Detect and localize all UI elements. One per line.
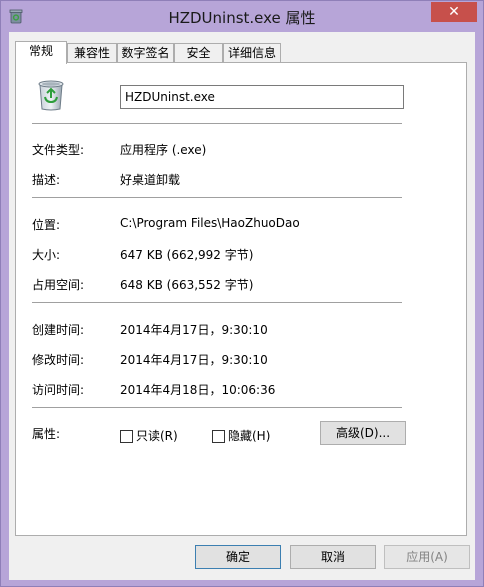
size-label: 大小: — [32, 248, 61, 262]
created-value: 2014年4月17日，9:30:10 — [120, 323, 268, 337]
apply-button[interactable]: 应用(A) — [384, 545, 470, 569]
description-label: 描述: — [32, 173, 61, 187]
size-value: 647 KB (662,992 字节) — [120, 248, 254, 262]
hidden-checkbox-box[interactable] — [212, 430, 225, 443]
disk-size-label: 占用空间: — [32, 278, 85, 292]
accessed-value: 2014年4月18日，10:06:36 — [120, 383, 276, 397]
tab-security[interactable]: 安全 — [174, 43, 223, 63]
location-label: 位置: — [32, 218, 61, 232]
cancel-button[interactable]: 取消 — [290, 545, 376, 569]
readonly-checkbox[interactable]: 只读(R) — [120, 427, 178, 443]
hidden-checkbox-label: 隐藏(H) — [228, 429, 271, 443]
tab-compatibility[interactable]: 兼容性 — [67, 43, 117, 63]
file-type-label: 文件类型: — [32, 143, 85, 157]
divider — [32, 407, 402, 408]
disk-size-value: 648 KB (663,552 字节) — [120, 278, 254, 292]
title-bar[interactable]: HZDUninst.exe 属性 ✕ — [1, 1, 483, 32]
file-type-value: 应用程序 (.exe) — [120, 143, 207, 157]
divider — [32, 123, 402, 124]
description-value: 好桌道卸载 — [120, 173, 181, 187]
hidden-checkbox[interactable]: 隐藏(H) — [212, 427, 270, 443]
attributes-label: 属性: — [32, 427, 61, 441]
accessed-label: 访问时间: — [32, 383, 85, 397]
created-label: 创建时间: — [32, 323, 85, 337]
tab-general[interactable]: 常规 — [15, 41, 67, 64]
recycle-bin-icon — [38, 80, 64, 111]
ok-button[interactable]: 确定 — [195, 545, 281, 569]
dialog-client-area: 常规 兼容性 数字签名 安全 详细信息 HZDUninst.exe 文件类型: … — [9, 32, 475, 580]
advanced-button[interactable]: 高级(D)... — [320, 421, 406, 445]
divider — [32, 302, 402, 303]
tab-digital-signatures[interactable]: 数字签名 — [117, 43, 174, 63]
location-value: C:\Program Files\HaoZhuoDao — [120, 216, 300, 230]
file-name-input[interactable]: HZDUninst.exe — [120, 85, 404, 109]
tab-details[interactable]: 详细信息 — [223, 43, 281, 63]
general-tab-panel: HZDUninst.exe 文件类型: 应用程序 (.exe) 描述: 好桌道卸… — [15, 62, 467, 536]
divider — [32, 197, 402, 198]
close-button[interactable]: ✕ — [431, 2, 477, 22]
modified-value: 2014年4月17日，9:30:10 — [120, 353, 268, 367]
properties-dialog: HZDUninst.exe 属性 ✕ 常规 兼容性 数字签名 安全 详细信息 H… — [0, 0, 484, 587]
readonly-checkbox-box[interactable] — [120, 430, 133, 443]
window-title: HZDUninst.exe 属性 — [168, 9, 316, 27]
readonly-checkbox-label: 只读(R) — [136, 429, 178, 443]
modified-label: 修改时间: — [32, 353, 85, 367]
